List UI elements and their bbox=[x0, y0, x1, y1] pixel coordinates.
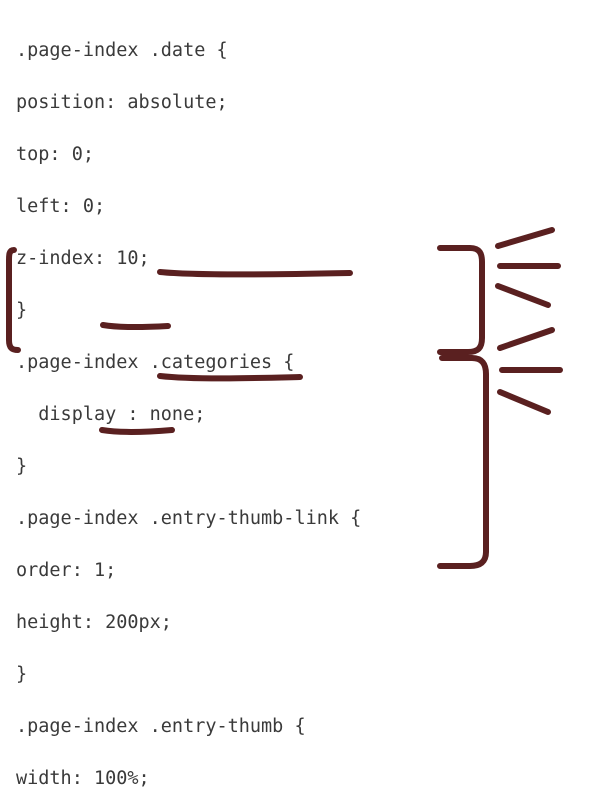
code-line: left: 0; bbox=[16, 194, 590, 220]
code-line: .page-index .entry-thumb-link { bbox=[16, 506, 590, 532]
code-line: } bbox=[16, 662, 590, 688]
css-code-block: .page-index .date { position: absolute; … bbox=[0, 0, 600, 792]
code-line: z-index: 10; bbox=[16, 246, 590, 272]
code-line: width: 100%; bbox=[16, 766, 590, 792]
code-line: position: absolute; bbox=[16, 90, 590, 116]
code-line: .page-index .entry-thumb { bbox=[16, 714, 590, 740]
code-line: } bbox=[16, 298, 590, 324]
code-line: order: 1; bbox=[16, 558, 590, 584]
code-line: top: 0; bbox=[16, 142, 590, 168]
code-line: height: 200px; bbox=[16, 610, 590, 636]
code-line: .page-index .categories { bbox=[16, 350, 590, 376]
code-line: display : none; bbox=[16, 402, 590, 428]
code-line: .page-index .date { bbox=[16, 38, 590, 64]
code-line: } bbox=[16, 454, 590, 480]
